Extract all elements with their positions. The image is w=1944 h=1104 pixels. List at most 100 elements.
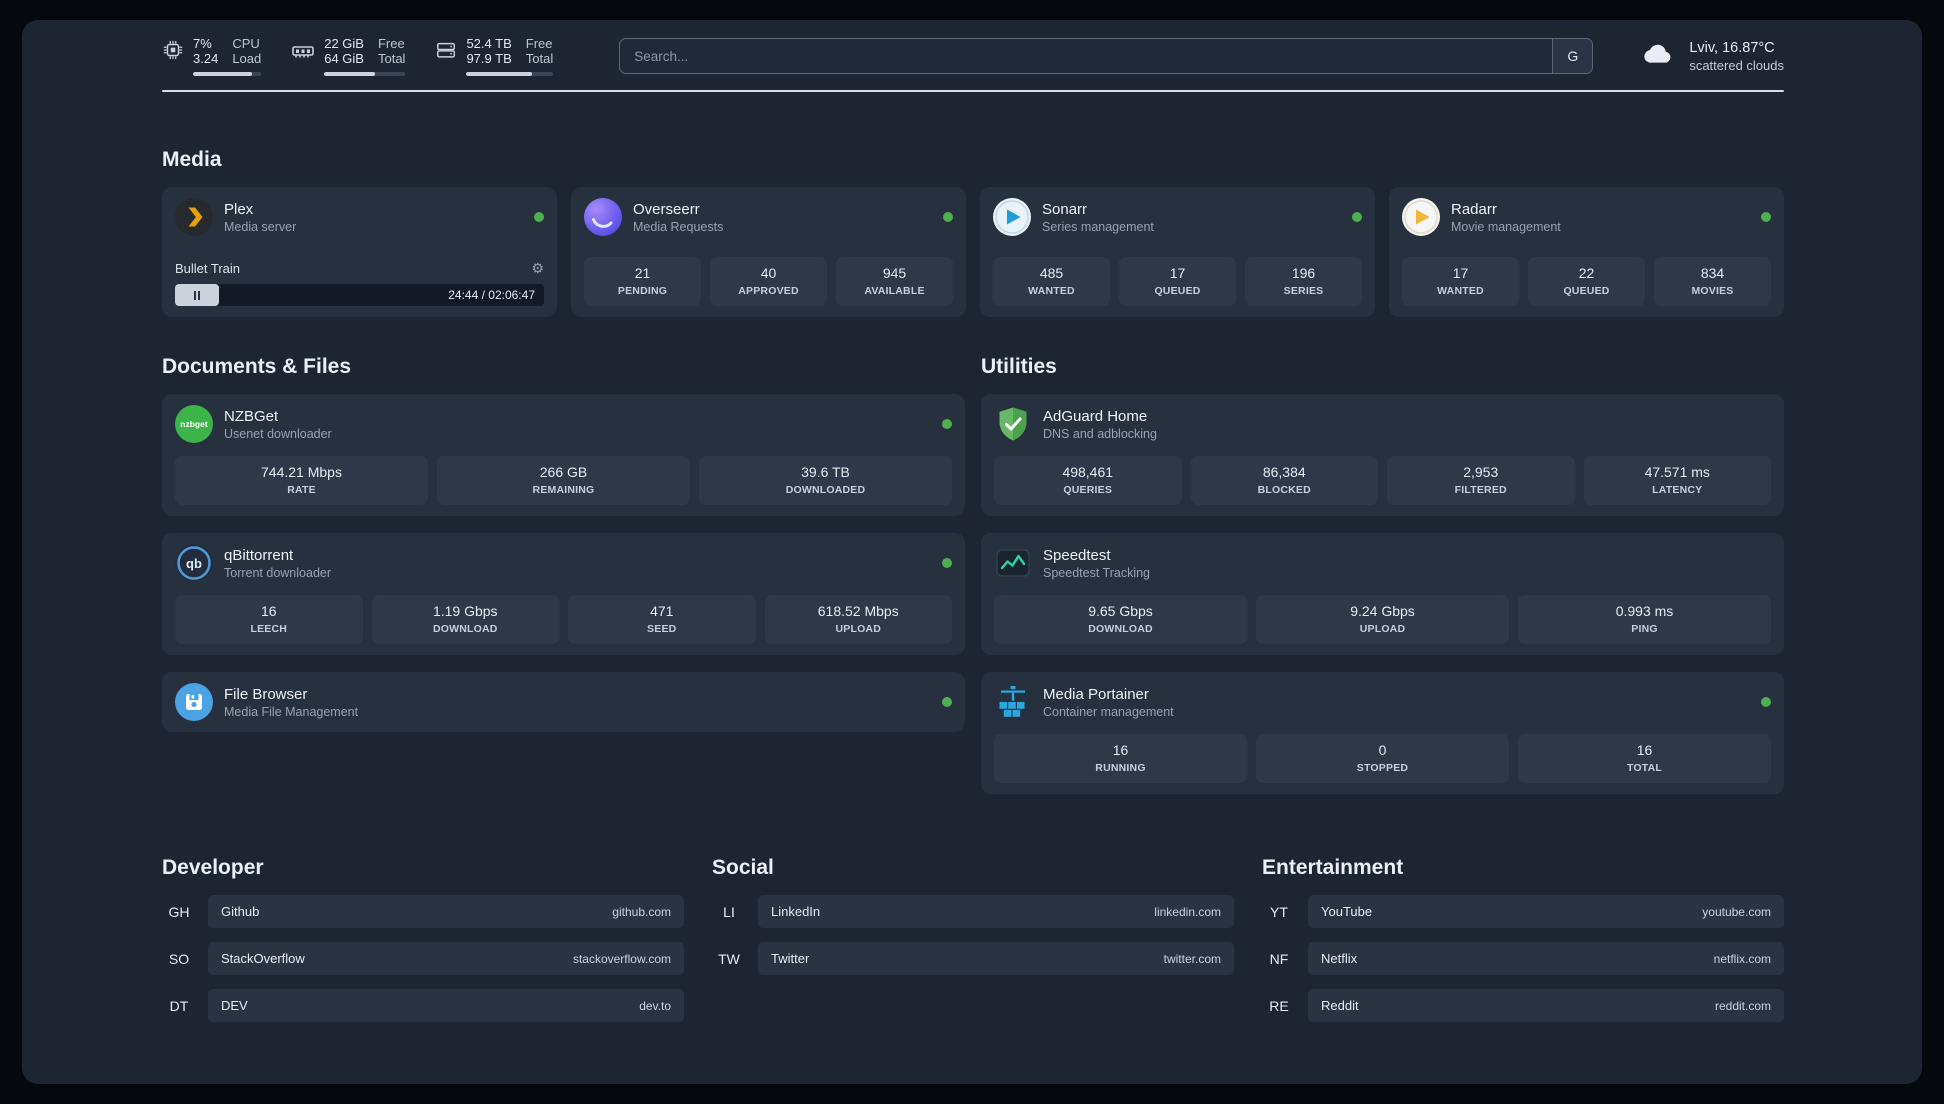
status-dot [1352, 212, 1362, 222]
section-title-media: Media [162, 148, 222, 171]
bookmark-url: twitter.com [1163, 951, 1221, 966]
stat-upload: 618.52 Mbps UPLOAD [764, 595, 952, 644]
disk-icon [435, 39, 457, 76]
mid-grid: Documents & Files nzbget NZBGet Usenet d… [162, 355, 1784, 794]
app-subtitle: Media Requests [633, 219, 724, 234]
overseerr-icon [584, 198, 622, 236]
stat-stopped: 0 STOPPED [1256, 734, 1509, 783]
app-subtitle: DNS and adblocking [1043, 426, 1157, 441]
cpu-percent: 7% [193, 36, 212, 51]
bookmark-url: reddit.com [1714, 998, 1771, 1013]
stat-upload: 9.24 Gbps UPLOAD [1256, 595, 1509, 644]
stat-wanted: 485 WANTED [993, 257, 1110, 306]
radarr-icon [1402, 198, 1440, 236]
bookmark-twitter[interactable]: TW Twitter twitter.com [712, 942, 1234, 975]
bookmark-name: Twitter [771, 951, 810, 966]
ram-metric: 22 GiB 64 GiB Free Total [291, 36, 406, 76]
stat-running: 16 RUNNING [994, 734, 1247, 783]
status-dot [942, 697, 952, 707]
bookmark-youtube[interactable]: YT YouTube youtube.com [1262, 895, 1784, 928]
app-subtitle: Series management [1042, 219, 1154, 234]
card-sonarr[interactable]: Sonarr Series management 485 WANTED 17 Q… [980, 187, 1375, 317]
top-bar: 7% 3.24 CPU Load 22 GiB 64 GiB Free Tota… [162, 36, 1784, 76]
card-portainer[interactable]: Media Portainer Container management 16 … [981, 672, 1784, 794]
card-speedtest[interactable]: Speedtest Speedtest Tracking 9.65 Gbps D… [981, 533, 1784, 655]
card-filebrowser[interactable]: File Browser Media File Management [162, 672, 965, 732]
bookmark-abbr: DT [169, 997, 189, 1014]
media-grid: Plex Media server Bullet Train ⚙ 24:44 /… [162, 187, 1784, 317]
search-input[interactable] [620, 39, 1553, 73]
gear-icon[interactable]: ⚙ [531, 260, 544, 277]
card-qbittorrent[interactable]: qb qBittorrent Torrent downloader 16 LEE… [162, 533, 965, 655]
stat-movies: 834 MOVIES [1654, 257, 1771, 306]
cpu-icon [162, 39, 184, 76]
app-name: qBittorrent [224, 546, 294, 564]
filebrowser-icon [175, 683, 213, 721]
section-title-developer: Developer [162, 856, 264, 879]
stat-queued: 22 QUEUED [1528, 257, 1645, 306]
cpu-label-2: Load [232, 51, 262, 66]
documents-column: Documents & Files nzbget NZBGet Usenet d… [162, 355, 965, 732]
player-progress-bar[interactable]: 24:44 / 02:06:47 [175, 284, 544, 306]
bookmark-reddit[interactable]: RE Reddit reddit.com [1262, 989, 1784, 1022]
status-dot [943, 212, 953, 222]
card-radarr[interactable]: Radarr Movie management 17 WANTED 22 QUE… [1389, 187, 1784, 317]
stat-latency: 47.571 ms LATENCY [1583, 456, 1771, 505]
stat-total: 16 TOTAL [1518, 734, 1771, 783]
bookmark-group-entertainment: Entertainment YT YouTube youtube.com NF … [1262, 856, 1784, 1022]
bookmark-url: youtube.com [1702, 904, 1771, 919]
stat-queries: 498,461 QUERIES [994, 456, 1182, 505]
svg-text:nzbget: nzbget [180, 419, 208, 429]
section-title-social: Social [712, 856, 774, 879]
app-name: Sonarr [1042, 200, 1088, 218]
stat-remaining: 266 GB REMAINING [437, 456, 690, 505]
speedtest-icon [994, 544, 1032, 582]
status-dot [534, 212, 544, 222]
ram-icon [291, 39, 315, 76]
cpu-load-value: 3.24 [193, 51, 219, 66]
stat-blocked: 86,384 BLOCKED [1190, 456, 1378, 505]
app-name: NZBGet [224, 407, 279, 425]
bookmark-github[interactable]: GH Github github.com [162, 895, 684, 928]
pause-button[interactable] [175, 284, 219, 306]
bookmark-url: dev.to [639, 998, 671, 1013]
app-subtitle: Movie management [1451, 219, 1561, 234]
bookmark-name: Reddit [1321, 998, 1359, 1013]
status-dot [1761, 212, 1771, 222]
search-engine-button[interactable]: G [1552, 39, 1593, 73]
card-nzbget[interactable]: nzbget NZBGet Usenet downloader 744.21 M… [162, 394, 965, 516]
card-plex[interactable]: Plex Media server Bullet Train ⚙ 24:44 /… [162, 187, 557, 317]
bookmark-abbr: GH [168, 903, 190, 920]
card-overseerr[interactable]: Overseerr Media Requests 21 PENDING 40 A… [571, 187, 966, 317]
bookmark-group-developer: Developer GH Github github.com SO StackO… [162, 856, 684, 1022]
app-subtitle: Media server [224, 219, 297, 234]
disk-metric: 52.4 TB 97.9 TB Free Total [435, 36, 554, 76]
section-title-entertainment: Entertainment [1262, 856, 1404, 879]
bookmark-linkedin[interactable]: LI LinkedIn linkedin.com [712, 895, 1234, 928]
disk-label-free: Free [525, 36, 553, 51]
bookmark-url: linkedin.com [1154, 904, 1221, 919]
card-adguard[interactable]: AdGuard Home DNS and adblocking 498,461 … [981, 394, 1784, 516]
sonarr-icon [993, 198, 1031, 236]
ram-total-value: 64 GiB [324, 51, 364, 66]
bookmark-abbr: TW [718, 950, 740, 967]
bookmark-abbr: YT [1270, 903, 1288, 920]
bookmark-abbr: NF [1269, 950, 1289, 967]
bookmark-name: LinkedIn [771, 904, 821, 919]
search-bar: G [619, 38, 1594, 74]
ram-label-free: Free [377, 36, 405, 51]
svg-text:qb: qb [186, 556, 202, 571]
stat-download: 1.19 Gbps DOWNLOAD [371, 595, 559, 644]
bookmark-url: netflix.com [1713, 951, 1771, 966]
bookmarks-grid: Developer GH Github github.com SO StackO… [162, 856, 1784, 1056]
disk-usage-bar [466, 72, 554, 76]
bookmark-stackoverflow[interactable]: SO StackOverflow stackoverflow.com [162, 942, 684, 975]
bookmark-url: github.com [612, 904, 671, 919]
bookmark-netflix[interactable]: NF Netflix netflix.com [1262, 942, 1784, 975]
ram-free-value: 22 GiB [324, 36, 364, 51]
app-name: Media Portainer [1043, 685, 1149, 703]
stat-leech: 16 LEECH [175, 595, 363, 644]
app-name: File Browser [224, 685, 308, 703]
stat-queued: 17 QUEUED [1119, 257, 1236, 306]
bookmark-dev[interactable]: DT DEV dev.to [162, 989, 684, 1022]
